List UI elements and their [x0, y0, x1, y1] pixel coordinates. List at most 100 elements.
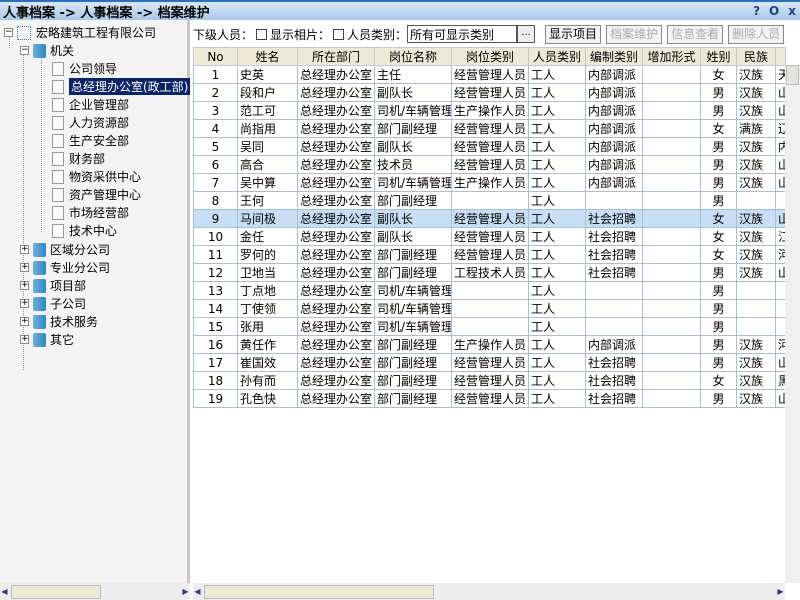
table-cell[interactable]: 5	[193, 137, 238, 156]
scroll-left-icon[interactable]: ◀	[0, 585, 9, 599]
scroll-right-icon[interactable]: ▶	[776, 585, 785, 599]
table-cell[interactable]	[775, 191, 786, 210]
table-cell[interactable]: 主任	[374, 65, 452, 84]
tree-node-department[interactable]: 公司领导	[52, 60, 117, 77]
table-row[interactable]: 1史英总经理办公室主任经营管理人员工人内部调派 女汉族天	[193, 65, 786, 84]
table-cell[interactable]: 副队长	[374, 209, 452, 228]
table-cell[interactable]	[736, 191, 776, 210]
table-cell[interactable]: 总经理办公室	[297, 65, 375, 84]
table-cell[interactable]: 总经理办公室	[297, 101, 375, 120]
table-row[interactable]: 19孔色快总经理办公室部门副经理经营管理人员工人社会招聘 男汉族山	[193, 389, 786, 408]
close-button[interactable]: x	[788, 4, 796, 18]
table-cell[interactable]: 汉族	[736, 65, 776, 84]
table-cell[interactable]: 部门副经理	[374, 191, 452, 210]
tree-node-department[interactable]: 总经理办公室(政工部)	[52, 78, 191, 95]
tree-node-department[interactable]: 市场经营部	[52, 204, 129, 221]
table-cell[interactable]: 工人	[528, 227, 586, 246]
table-row[interactable]: 13 丁点地 总经理办公室 司机/车辆管理 工人 男	[193, 281, 786, 300]
tree-horizontal-scrollbar[interactable]: ◀ ▶	[0, 583, 190, 600]
table-cell[interactable]: 山	[775, 389, 786, 408]
table-cell[interactable]: 19	[193, 389, 238, 408]
table-cell[interactable]: 河	[775, 245, 786, 264]
table-cell[interactable]: 汉族	[736, 155, 776, 174]
table-cell[interactable]: 总经理办公室	[297, 227, 375, 246]
table-cell[interactable]: 部门副经理	[374, 335, 452, 354]
table-cell[interactable]: 3	[193, 101, 238, 120]
column-header[interactable]: 编制类别	[585, 47, 643, 66]
table-cell[interactable]: 山	[775, 83, 786, 102]
table-cell[interactable]: 8	[193, 191, 238, 210]
table-cell[interactable]: 汉族	[736, 83, 776, 102]
table-cell[interactable]: 工人	[528, 353, 586, 372]
collapse-icon[interactable]: −	[4, 28, 13, 37]
table-cell[interactable]: 18	[193, 371, 238, 390]
table-cell[interactable]: 部门副经理	[374, 389, 452, 408]
table-cell[interactable]: 工人	[528, 263, 586, 282]
table-cell[interactable]: 内部调派	[585, 173, 643, 192]
table-row[interactable]: 17崔国效总经理办公室部门副经理经营管理人员工人社会招聘 男汉族山	[193, 353, 786, 372]
table-cell[interactable]	[642, 101, 701, 120]
table-cell[interactable]: 男	[700, 353, 737, 372]
table-cell[interactable]: 10	[193, 227, 238, 246]
table-cell[interactable]: 黄任作	[237, 335, 298, 354]
table-cell[interactable]: 汉族	[736, 245, 776, 264]
show-photo-checkbox[interactable]	[333, 28, 345, 40]
table-cell[interactable]: 女	[700, 371, 737, 390]
table-cell[interactable]: 山	[775, 209, 786, 228]
column-header[interactable]: No	[193, 47, 238, 66]
table-cell[interactable]: 工人	[528, 281, 586, 300]
table-cell[interactable]	[642, 263, 701, 282]
table-cell[interactable]: 崔国效	[237, 353, 298, 372]
staff-type-field[interactable]: 所有可显示类别	[407, 25, 518, 43]
table-cell[interactable]: 丁点地	[237, 281, 298, 300]
table-cell[interactable]	[642, 317, 701, 336]
table-cell[interactable]: 山	[775, 155, 786, 174]
table-cell[interactable]: 河	[775, 335, 786, 354]
tree-node-department[interactable]: 人力资源部	[52, 114, 129, 131]
table-cell[interactable]	[736, 281, 776, 300]
table-cell[interactable]: 男	[700, 173, 737, 192]
table-cell[interactable]: 1	[193, 65, 238, 84]
table-row[interactable]: 4尚指用总经理办公室部门副经理经营管理人员工人内部调派 女满族辽	[193, 119, 786, 138]
table-cell[interactable]	[642, 245, 701, 264]
table-cell[interactable]: 总经理办公室	[297, 173, 375, 192]
table-cell[interactable]	[451, 317, 529, 336]
table-cell[interactable]: 罗何的	[237, 245, 298, 264]
table-cell[interactable]: 内	[775, 137, 786, 156]
table-cell[interactable]: 汉族	[736, 353, 776, 372]
view-info-button[interactable]: 信息查看	[667, 24, 724, 44]
table-cell[interactable]: 经营管理人员	[451, 227, 529, 246]
table-cell[interactable]: 社会招聘	[585, 227, 643, 246]
table-cell[interactable]: 内部调派	[585, 101, 643, 120]
table-cell[interactable]: 总经理办公室	[297, 209, 375, 228]
table-cell[interactable]: 总经理办公室	[297, 119, 375, 138]
table-cell[interactable]: 工人	[528, 371, 586, 390]
table-cell[interactable]: 汉族	[736, 335, 776, 354]
table-cell[interactable]: 工人	[528, 83, 586, 102]
staff-type-browse-button[interactable]: ...	[517, 25, 536, 43]
table-cell[interactable]: 总经理办公室	[297, 245, 375, 264]
table-cell[interactable]: 王何	[237, 191, 298, 210]
table-cell[interactable]	[642, 119, 701, 138]
table-cell[interactable]: 段和户	[237, 83, 298, 102]
table-cell[interactable]: 工人	[528, 173, 586, 192]
table-cell[interactable]: 山	[775, 101, 786, 120]
table-cell[interactable]	[642, 281, 701, 300]
table-row[interactable]: 11罗何的总经理办公室部门副经理经营管理人员工人社会招聘 女汉族河	[193, 245, 786, 264]
table-cell[interactable]: 工人	[528, 65, 586, 84]
table-cell[interactable]: 吴中算	[237, 173, 298, 192]
table-cell[interactable]	[585, 299, 643, 318]
table-cell[interactable]: 男	[700, 335, 737, 354]
table-cell[interactable]: 工人	[528, 317, 586, 336]
table-cell[interactable]: 张用	[237, 317, 298, 336]
table-cell[interactable]	[775, 299, 786, 318]
table-cell[interactable]: 总经理办公室	[297, 137, 375, 156]
table-row[interactable]: 14 丁使领 总经理办公室 司机/车辆管理 工人 男	[193, 299, 786, 318]
table-cell[interactable]: 天	[775, 65, 786, 84]
table-cell[interactable]: 吴同	[237, 137, 298, 156]
table-cell[interactable]: 工人	[528, 101, 586, 120]
table-cell[interactable]: 工人	[528, 245, 586, 264]
table-cell[interactable]: 男	[700, 83, 737, 102]
table-cell[interactable]: 经营管理人员	[451, 137, 529, 156]
table-cell[interactable]	[642, 65, 701, 84]
